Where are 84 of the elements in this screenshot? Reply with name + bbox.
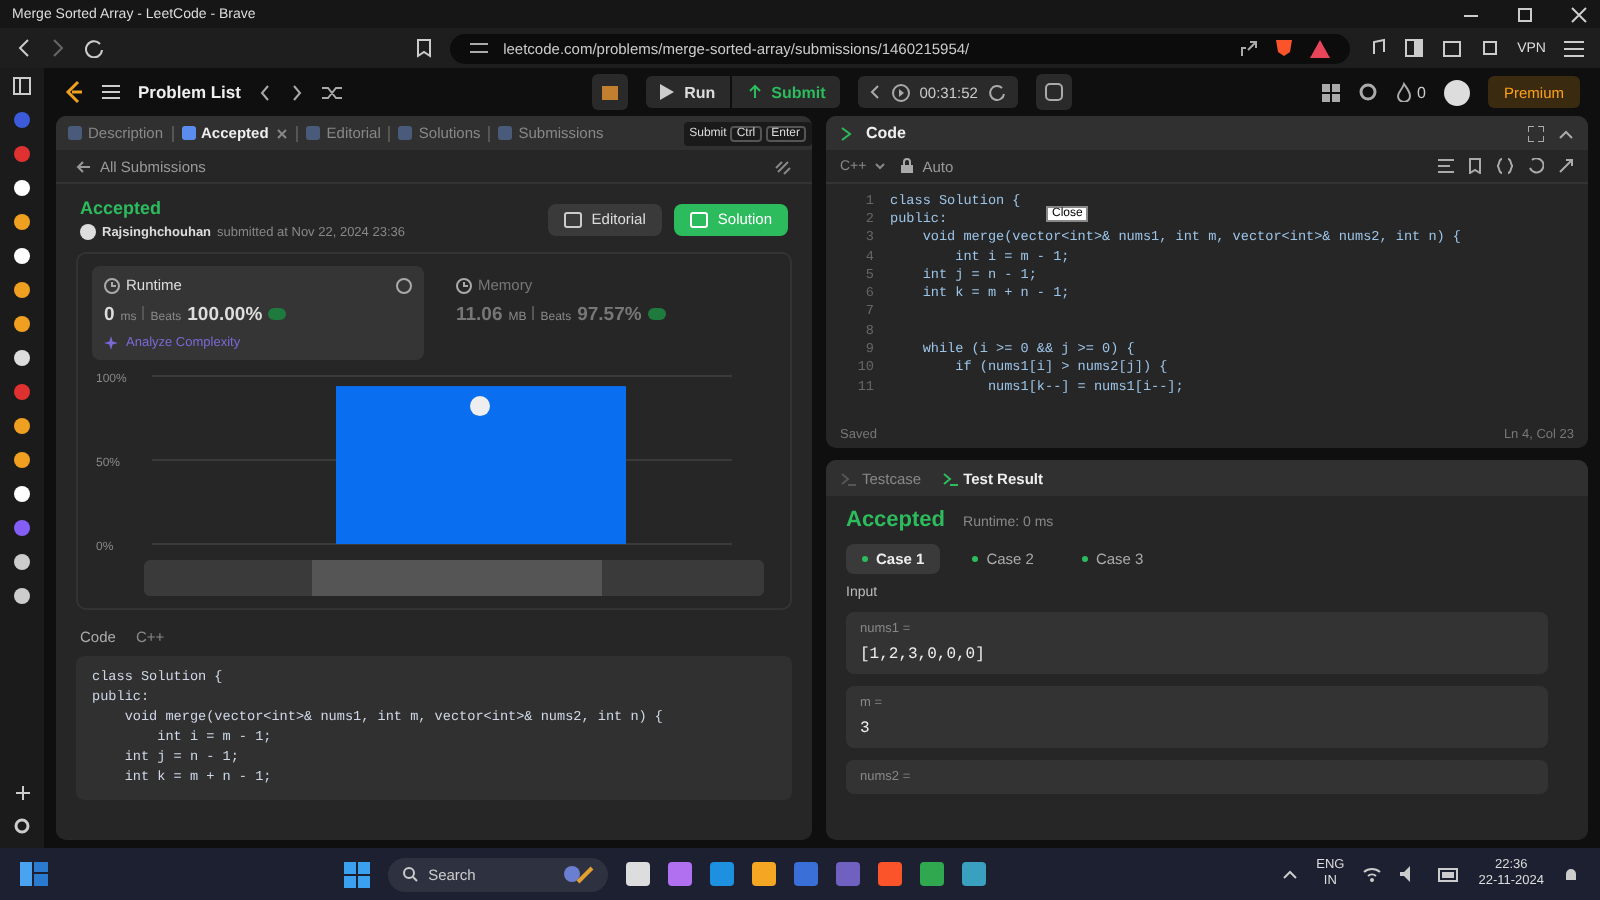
expand-icon[interactable]: [1558, 158, 1574, 174]
play-icon: [660, 84, 675, 100]
sidebar-toggle-icon[interactable]: [12, 76, 32, 96]
tab-icon: [181, 126, 196, 140]
plus-icon[interactable]: [13, 784, 31, 802]
search-art-icon: [562, 864, 595, 884]
bookmark-icon[interactable]: [1468, 158, 1482, 174]
user-marker-icon: [470, 396, 490, 417]
start-icon[interactable]: [344, 861, 371, 887]
beats-percent: 100.00%: [187, 304, 263, 326]
caret-icon: [874, 162, 887, 170]
sidebar-icon[interactable]: [1403, 38, 1424, 58]
taskbar-app-icon[interactable]: [626, 862, 651, 886]
reload-icon[interactable]: [84, 38, 104, 58]
param-value: [1,2,3,0,0,0]: [860, 646, 987, 664]
avatar-icon[interactable]: [1444, 79, 1470, 105]
back-arrow-icon: [76, 159, 92, 173]
badge-icon: [647, 308, 666, 320]
play-icon[interactable]: [891, 83, 910, 101]
code-icon: [840, 125, 852, 141]
metric-value: 11.06: [456, 304, 503, 326]
back-icon[interactable]: [16, 38, 32, 58]
braces-icon[interactable]: [1496, 158, 1514, 174]
panel-title: Code: [866, 124, 906, 142]
widgets-icon[interactable]: [20, 862, 48, 886]
dot-icon: [972, 556, 979, 562]
param-value: 3: [860, 720, 872, 738]
grid-icon[interactable]: [1321, 83, 1340, 101]
lion-shield-icon[interactable]: [1273, 38, 1294, 58]
terminal-icon: [941, 471, 958, 485]
tab-icon: [498, 126, 513, 140]
tab-icon: [398, 126, 413, 140]
link-icon[interactable]: [774, 157, 792, 175]
problem-list-link[interactable]: Problem List: [138, 82, 241, 102]
sparkle-icon: [104, 336, 118, 350]
chevron-up-icon[interactable]: [1558, 127, 1574, 139]
close-tab-icon[interactable]: [276, 127, 289, 139]
taskbar-app-icon[interactable]: [962, 862, 987, 886]
beats-percent: 97.57%: [577, 304, 642, 326]
collapse-icon[interactable]: [869, 84, 882, 100]
lock-icon: [900, 158, 915, 174]
forward-icon[interactable]: [50, 38, 66, 58]
close-icon[interactable]: [1570, 5, 1588, 23]
clock-icon: [104, 277, 120, 293]
terminal-icon: [840, 471, 856, 485]
streak-count: 0: [1417, 83, 1426, 101]
upload-icon: [745, 84, 764, 100]
tab-icon: [68, 126, 82, 140]
triangle-icon[interactable]: [1309, 39, 1330, 57]
chevron-up-icon[interactable]: [1282, 868, 1299, 880]
clock-icon: [456, 277, 472, 293]
dot-icon: [862, 556, 868, 562]
badge-icon: [268, 308, 287, 320]
undo-icon[interactable]: [1528, 158, 1544, 174]
menu-icon[interactable]: [1564, 39, 1584, 57]
bookmark-icon[interactable]: [415, 38, 432, 58]
taskbar-app-icon[interactable]: [878, 862, 903, 886]
wifi-icon[interactable]: [1362, 866, 1383, 882]
shuffle-icon[interactable]: [322, 83, 343, 101]
battery-icon[interactable]: [1438, 867, 1461, 881]
site-settings-icon[interactable]: [469, 40, 488, 56]
dot-icon: [1081, 556, 1088, 562]
restore-icon[interactable]: [1516, 5, 1534, 23]
list-icon: [102, 84, 120, 100]
previous-icon[interactable]: [258, 83, 273, 101]
search-icon: [402, 866, 419, 882]
format-icon[interactable]: [1438, 158, 1454, 174]
metric-value: 0: [104, 304, 115, 326]
range-slider-thumb[interactable]: [311, 560, 603, 596]
fullscreen-icon[interactable]: [1528, 125, 1544, 141]
taskbar-app-icon[interactable]: [920, 862, 945, 886]
status-text: Accepted: [80, 198, 164, 218]
submit-button[interactable]: Submit: [731, 76, 840, 108]
run-button[interactable]: Run: [646, 76, 730, 108]
tab-icon: [306, 126, 321, 140]
result-status: Accepted: [846, 508, 946, 532]
reset-icon[interactable]: [987, 83, 1006, 101]
share-icon[interactable]: [1239, 39, 1258, 57]
taskbar-app-icon[interactable]: [668, 862, 693, 886]
user-avatar-icon: [80, 224, 96, 240]
taskbar-app-icon[interactable]: [752, 862, 777, 886]
next-icon[interactable]: [290, 83, 305, 101]
logo-icon[interactable]: [64, 80, 84, 104]
notification-icon[interactable]: [1562, 865, 1580, 883]
